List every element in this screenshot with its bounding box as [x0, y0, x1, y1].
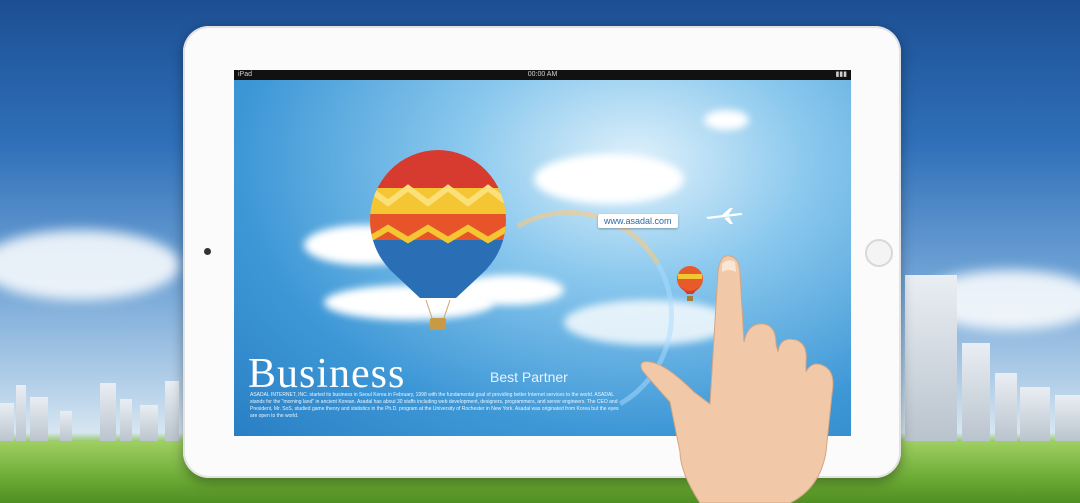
home-button[interactable]	[865, 239, 893, 267]
device-label: iPad	[238, 71, 253, 78]
screen-cloud	[704, 110, 749, 130]
subheadline-best-partner: Best Partner	[490, 369, 568, 385]
clock: 00:00 AM	[527, 71, 558, 78]
screen-cloud	[534, 154, 684, 204]
tablet-camera	[204, 248, 211, 255]
url-tag: www.asadal.com	[598, 214, 678, 228]
headline-business: Business	[248, 351, 406, 397]
pointing-hand-image	[640, 255, 834, 503]
battery-icon: ▮▮▮	[835, 71, 847, 78]
airplane-icon	[706, 208, 743, 224]
status-bar: iPad 00:00 AM ▮▮▮	[234, 70, 851, 80]
body-paragraph: ASADAL INTERNET, INC. started its busine…	[250, 392, 619, 419]
hot-air-balloon-icon	[370, 150, 506, 330]
